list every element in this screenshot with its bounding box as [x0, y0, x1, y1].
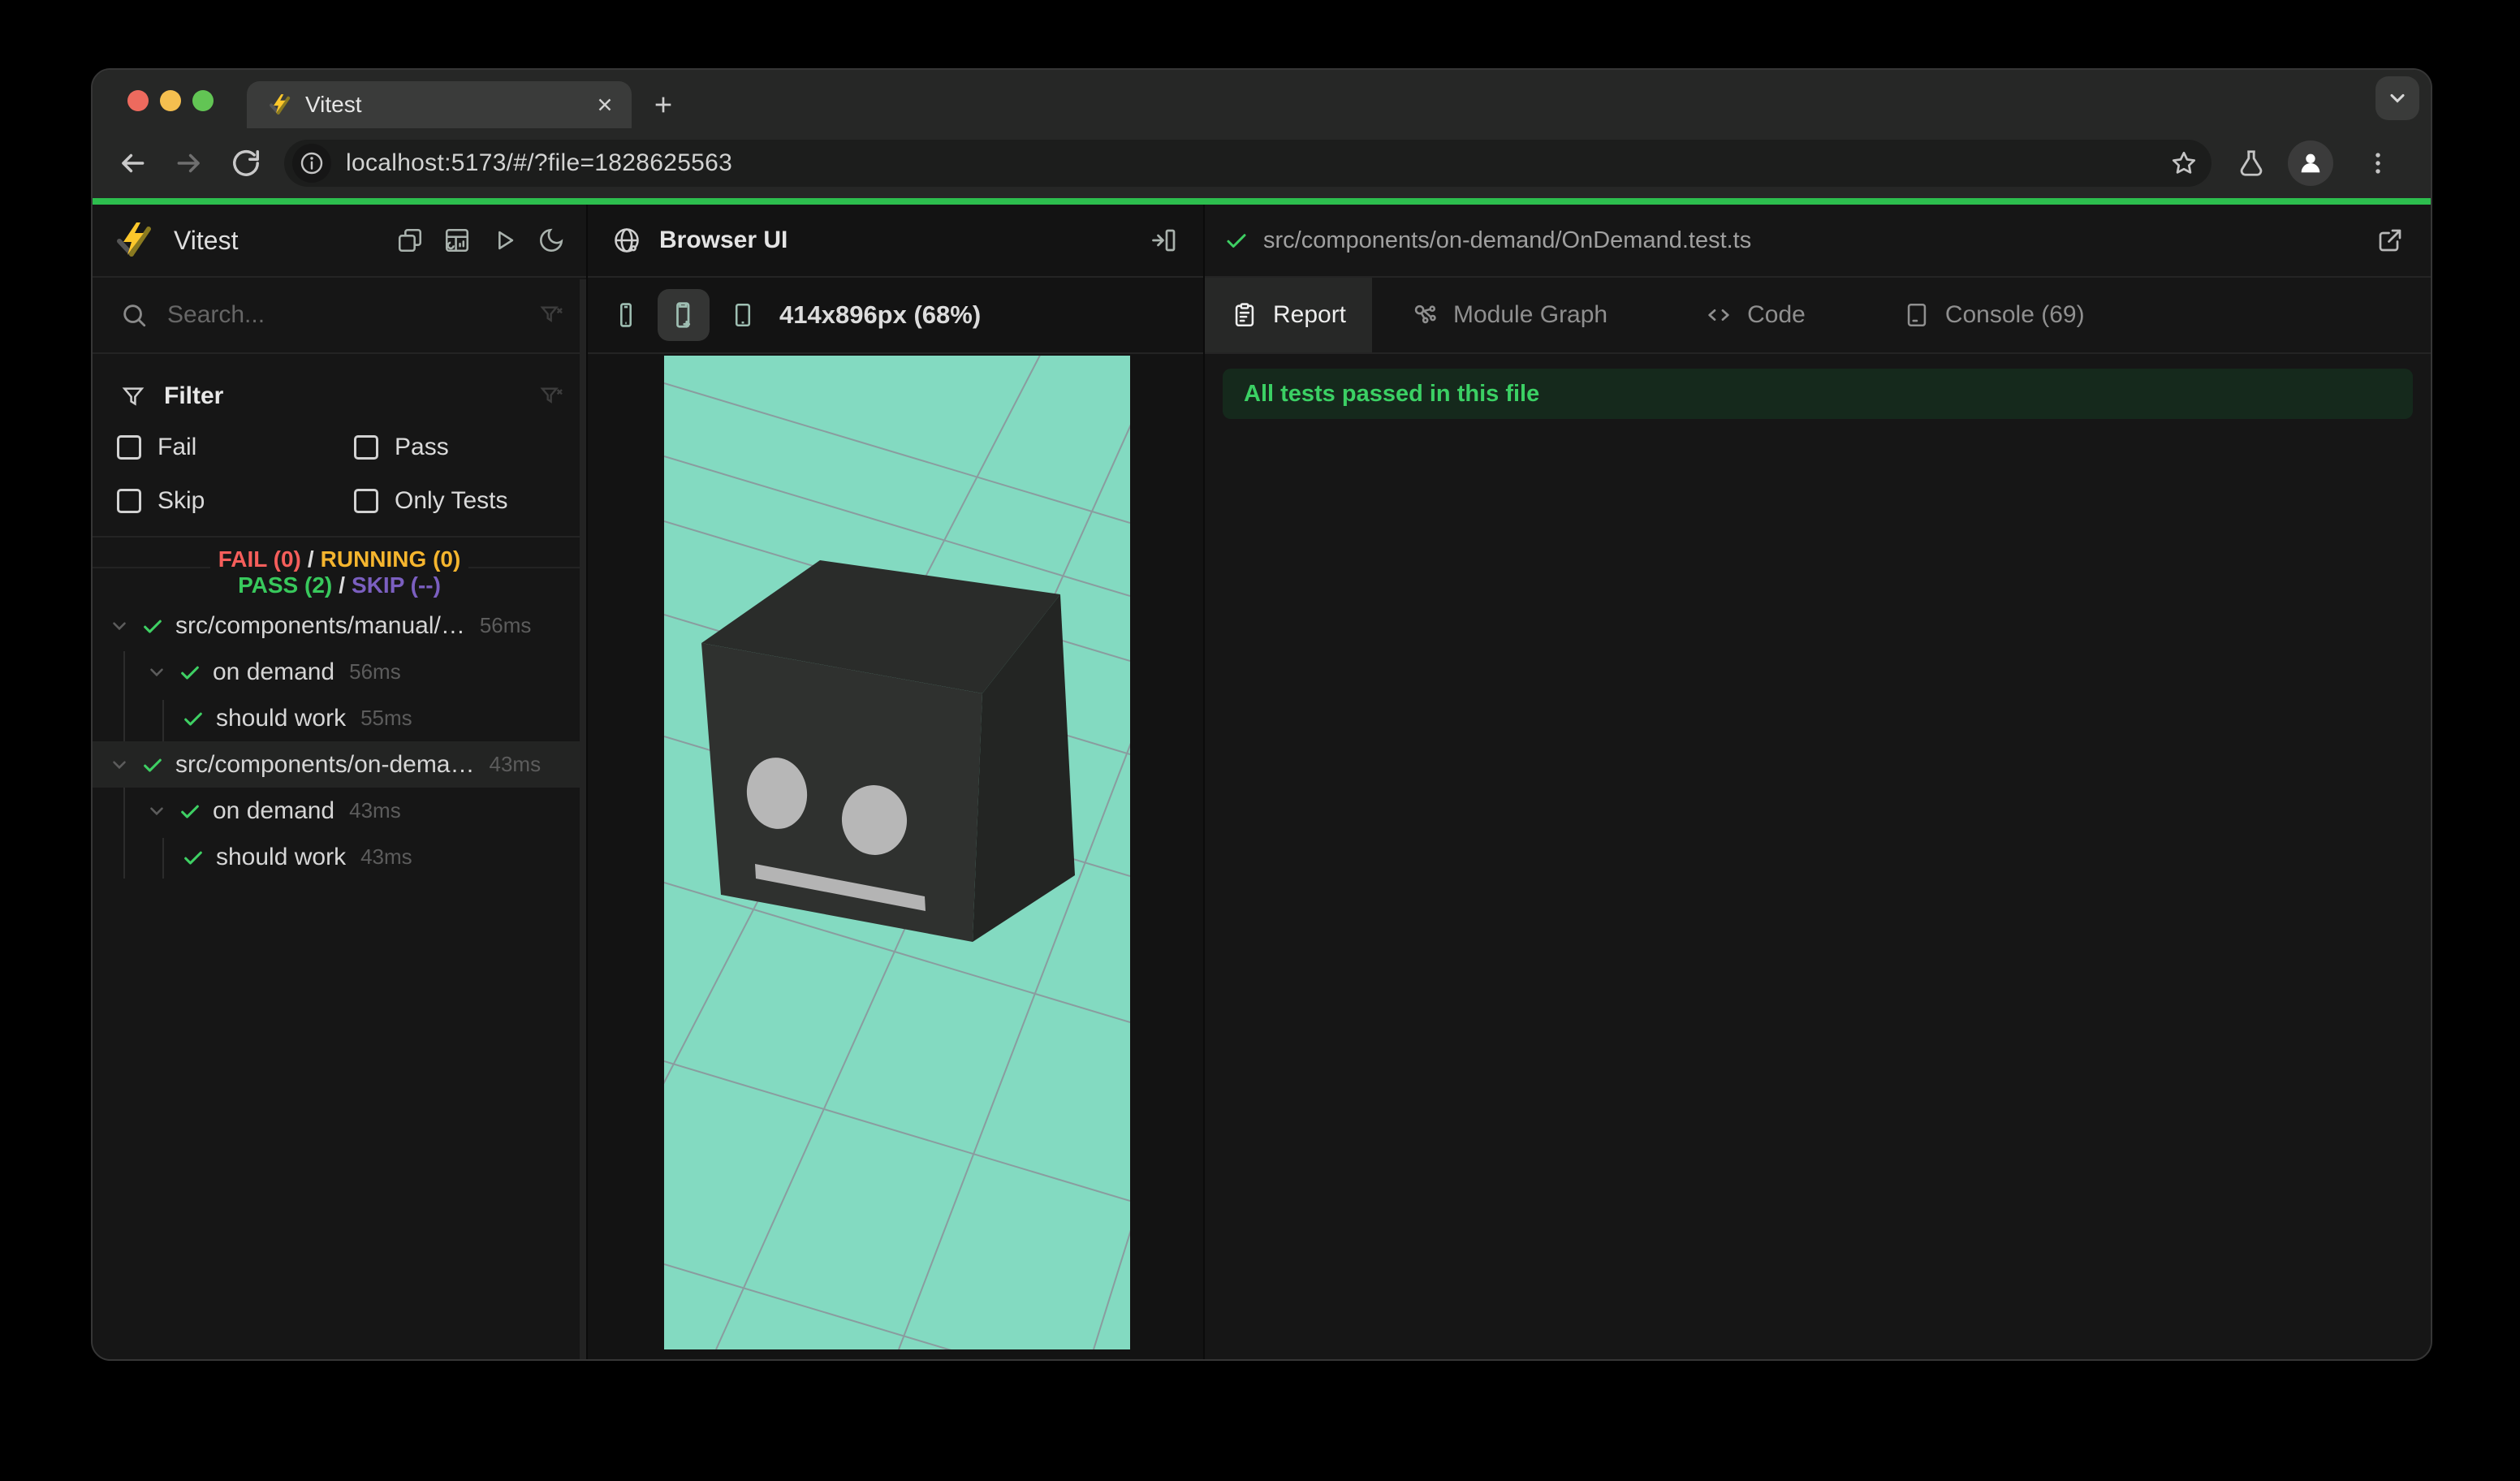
url-text[interactable]: localhost:5173/#/?file=1828625563: [346, 149, 732, 177]
minimize-window-button[interactable]: [160, 90, 181, 111]
browser-window: Vitest localhost:5173/#/?file=1828625563: [91, 68, 2432, 1361]
filter-section: Filter Fail Pass Skip Only Tests: [93, 354, 586, 538]
test-run-summary: FAIL (0) / RUNNING (0) PASS (2) / SKIP (--): [93, 538, 586, 601]
code-icon: [1705, 301, 1732, 329]
tab-console[interactable]: Console (69): [1871, 278, 2117, 352]
app-title: Vitest: [174, 225, 239, 255]
browser-ui-panel: Browser UI 414x896px (68%): [588, 205, 1203, 1359]
address-bar[interactable]: localhost:5173/#/?file=1828625563: [284, 140, 2211, 187]
checkbox[interactable]: [354, 435, 378, 460]
filter-checkbox-skip[interactable]: Skip: [117, 487, 354, 515]
test-tree: src/components/manual/… 56ms on demand 5…: [93, 602, 586, 880]
skip-count: SKIP (--): [352, 572, 441, 598]
clear-filters-icon[interactable]: [539, 383, 565, 409]
dark-mode-moon-icon[interactable]: [537, 227, 565, 254]
duration-label: 55ms: [360, 706, 412, 730]
forward-button[interactable]: [164, 138, 214, 188]
clear-search-filter-icon[interactable]: [539, 302, 565, 328]
test-file-path: src/components/on-demand/OnDemand.test.t…: [1263, 227, 1752, 253]
pass-check-icon: [141, 753, 164, 776]
report-panel: src/components/on-demand/OnDemand.test.t…: [1205, 205, 2431, 1359]
pass-check-icon: [179, 800, 201, 823]
sidebar-scrollbar[interactable]: [580, 279, 586, 1359]
open-in-editor-icon[interactable]: [2375, 226, 2405, 255]
viewport-size-label[interactable]: 414x896px (68%): [779, 300, 981, 330]
test-preview-iframe[interactable]: [664, 356, 1130, 1349]
chevron-down-icon[interactable]: [109, 754, 130, 775]
module-graph-icon: [1411, 301, 1439, 329]
test-case-row[interactable]: should work 55ms: [93, 695, 586, 741]
titlebar: Vitest: [93, 70, 2431, 128]
browser-toolbar: localhost:5173/#/?file=1828625563: [93, 128, 2431, 198]
filter-checkbox-pass[interactable]: Pass: [354, 434, 586, 461]
running-count: RUNNING (0): [320, 546, 461, 572]
collapse-tests-icon[interactable]: [396, 227, 424, 254]
browser-menu-icon[interactable]: [2353, 138, 2403, 188]
test-file-row-selected[interactable]: src/components/on-dema… 43ms: [93, 741, 586, 788]
tab-code[interactable]: Code: [1672, 278, 1838, 352]
filter-checkbox-fail[interactable]: Fail: [117, 434, 354, 461]
checkbox[interactable]: [117, 435, 141, 460]
search-icon: [120, 301, 148, 329]
duration-label: 43ms: [349, 798, 401, 823]
tab-module-graph[interactable]: Module Graph: [1379, 278, 1640, 352]
tab-title: Vitest: [305, 92, 362, 117]
tab-report[interactable]: Report: [1205, 278, 1372, 352]
new-tab-button[interactable]: [641, 83, 685, 127]
report-tabs: Report Module Graph Code Console (69): [1205, 278, 2431, 354]
duration-label: 43ms: [489, 752, 542, 776]
bookmark-star-icon[interactable]: [2169, 149, 2199, 178]
panel-title: Browser UI: [659, 227, 788, 253]
file-pass-check-icon: [1224, 228, 1249, 253]
zoom-window-button[interactable]: [192, 90, 214, 111]
filter-funnel-icon: [120, 383, 146, 409]
test-explorer-sidebar: Vitest Search... Filter Fail Pass Skip O…: [93, 205, 586, 1359]
browser-tab[interactable]: Vitest: [247, 81, 632, 128]
console-icon: [1903, 301, 1931, 329]
run-all-icon[interactable]: [490, 227, 518, 254]
device-tablet-icon[interactable]: [729, 301, 757, 329]
test-case-row[interactable]: should work 43ms: [93, 834, 586, 880]
test-suite-row[interactable]: on demand 43ms: [93, 788, 586, 834]
report-clipboard-icon: [1231, 301, 1258, 329]
chevron-down-icon[interactable]: [109, 615, 130, 637]
site-info-icon[interactable]: [292, 144, 331, 183]
all-tests-passed-banner: All tests passed in this file: [1223, 369, 2413, 419]
profile-avatar[interactable]: [2288, 140, 2333, 186]
fail-count: FAIL (0): [218, 546, 301, 572]
checkbox[interactable]: [354, 489, 378, 513]
robot-cube: [701, 560, 1075, 942]
close-window-button[interactable]: [127, 90, 149, 111]
pass-count: PASS (2): [238, 572, 333, 598]
back-button[interactable]: [107, 138, 158, 188]
filter-title: Filter: [164, 382, 224, 409]
experiments-flask-icon[interactable]: [2236, 148, 2267, 179]
filter-checkbox-only-tests[interactable]: Only Tests: [354, 487, 586, 515]
duration-label: 43ms: [360, 844, 412, 869]
vitest-favicon: [268, 93, 291, 116]
pass-check-icon: [182, 846, 205, 869]
device-phone-plus-selected[interactable]: [658, 289, 710, 341]
test-file-row[interactable]: src/components/manual/… 56ms: [93, 602, 586, 649]
reload-button[interactable]: [221, 138, 271, 188]
test-suite-row[interactable]: on demand 56ms: [93, 649, 586, 695]
page-load-progress-bar: [93, 198, 2431, 205]
vitest-logo: [114, 221, 153, 260]
open-panel-right-icon[interactable]: [1150, 226, 1179, 255]
duration-label: 56ms: [349, 659, 401, 684]
tab-close-icon[interactable]: [594, 94, 615, 115]
device-phone-small-icon[interactable]: [612, 301, 640, 329]
search-input[interactable]: [166, 300, 539, 330]
chevron-down-icon[interactable]: [146, 801, 167, 822]
pass-check-icon: [141, 615, 164, 637]
tab-search-button[interactable]: [2375, 76, 2419, 120]
duration-label: 56ms: [479, 613, 532, 637]
pass-check-icon: [179, 661, 201, 684]
chevron-down-icon[interactable]: [146, 662, 167, 683]
globe-icon: [612, 226, 641, 255]
dashboard-icon[interactable]: [443, 227, 471, 254]
checkbox[interactable]: [117, 489, 141, 513]
pass-check-icon: [182, 707, 205, 730]
